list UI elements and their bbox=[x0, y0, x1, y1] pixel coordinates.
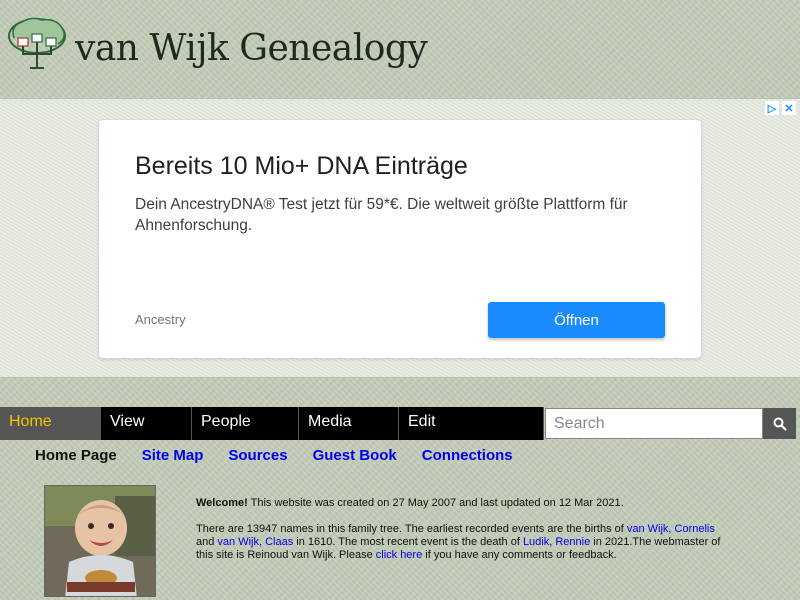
link-click-here[interactable]: click here bbox=[376, 549, 422, 561]
family-tree-icon[interactable] bbox=[6, 14, 68, 72]
ad-open-button[interactable]: Öffnen bbox=[488, 302, 665, 338]
site-header: van Wijk Genealogy bbox=[0, 0, 800, 98]
link-ludik-rennie[interactable]: Ludik, Rennie bbox=[523, 536, 590, 548]
menu-item-people[interactable]: People bbox=[192, 407, 299, 440]
featured-photo[interactable] bbox=[44, 485, 156, 597]
sub-navigation: Home Page Site Map Sources Guest Book Co… bbox=[35, 447, 513, 464]
subnav-home-page: Home Page bbox=[35, 447, 117, 464]
site-title[interactable]: van Wijk Genealogy bbox=[75, 28, 428, 69]
main-menu: Home View People Media Edit bbox=[0, 407, 544, 440]
search-button[interactable] bbox=[763, 408, 796, 439]
ad-card[interactable]: Bereits 10 Mio+ DNA Einträge Dein Ancest… bbox=[99, 120, 701, 358]
ad-banner: ▷ ✕ Bereits 10 Mio+ DNA Einträge Dein An… bbox=[0, 98, 800, 378]
ad-brand[interactable]: Ancestry bbox=[135, 312, 186, 327]
adchoices-icon[interactable]: ▷ bbox=[765, 101, 779, 115]
welcome-text: Welcome! This website was created on 27 … bbox=[196, 497, 736, 575]
menu-item-home[interactable]: Home bbox=[0, 407, 101, 440]
link-van-wijk-cornelis[interactable]: van Wijk, Cornelis bbox=[627, 523, 715, 535]
close-icon[interactable]: ✕ bbox=[782, 101, 796, 115]
subnav-connections[interactable]: Connections bbox=[422, 447, 513, 464]
ad-headline[interactable]: Bereits 10 Mio+ DNA Einträge bbox=[135, 152, 468, 181]
subnav-site-map[interactable]: Site Map bbox=[142, 447, 204, 464]
welcome-dates: This website was created on 27 May 2007 … bbox=[247, 497, 624, 509]
stats-paragraph: There are 13947 names in this family tre… bbox=[196, 523, 736, 562]
ad-description: Dein AncestryDNA® Test jetzt für 59*€. D… bbox=[135, 196, 628, 234]
welcome-label: Welcome! bbox=[196, 497, 248, 509]
welcome-paragraph: Welcome! This website was created on 27 … bbox=[196, 497, 736, 510]
search-icon bbox=[773, 417, 787, 431]
stats-text: There are 13947 names in this family tre… bbox=[196, 523, 627, 535]
menu-item-edit[interactable]: Edit bbox=[399, 407, 544, 440]
link-van-wijk-claas[interactable]: van Wijk, Claas bbox=[217, 536, 293, 548]
search-input[interactable]: Search bbox=[545, 408, 763, 439]
subnav-guest-book[interactable]: Guest Book bbox=[313, 447, 397, 464]
stats-text: in 1610. The most recent event is the de… bbox=[293, 536, 523, 548]
baby-photo-illustration bbox=[45, 486, 155, 596]
ad-corner-controls: ▷ ✕ bbox=[765, 101, 796, 115]
stats-text: and bbox=[196, 536, 218, 548]
menu-item-view[interactable]: View bbox=[101, 407, 192, 440]
stats-text: if you have any comments or feedback. bbox=[422, 549, 617, 561]
menu-item-media[interactable]: Media bbox=[299, 407, 399, 440]
subnav-sources[interactable]: Sources bbox=[228, 447, 287, 464]
